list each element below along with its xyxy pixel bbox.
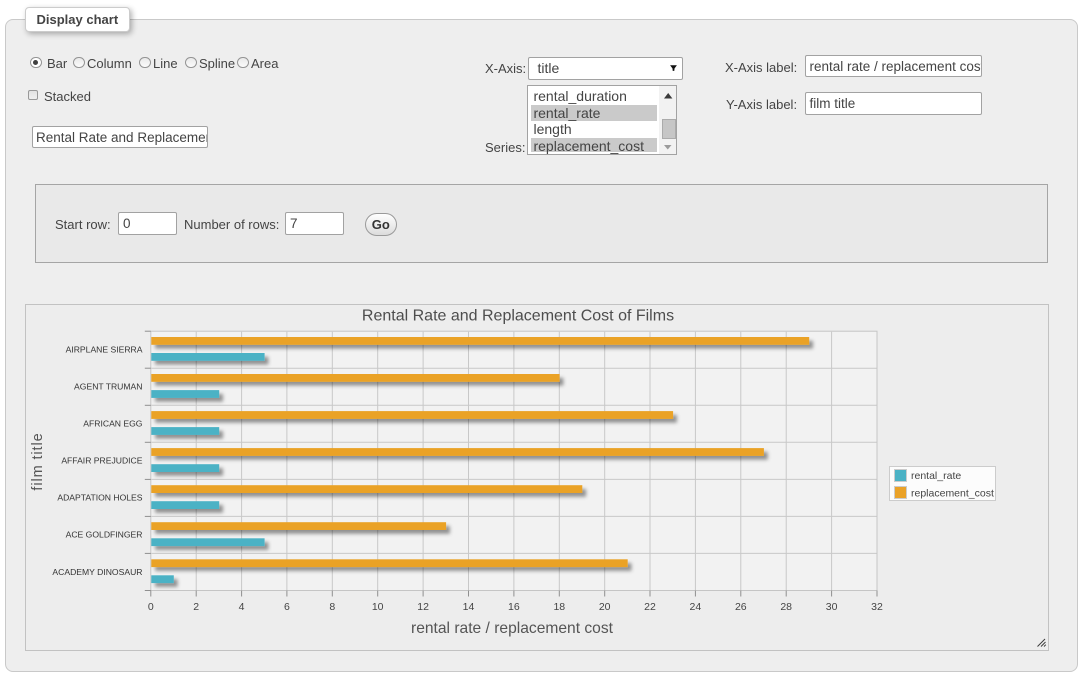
- svg-text:AGENT TRUMAN: AGENT TRUMAN: [74, 382, 142, 392]
- svg-text:rental_rate: rental_rate: [911, 470, 961, 482]
- svg-text:20: 20: [598, 601, 610, 613]
- svg-text:32: 32: [871, 601, 883, 613]
- svg-text:8: 8: [329, 601, 335, 613]
- svg-text:10: 10: [371, 601, 383, 613]
- svg-text:22: 22: [644, 601, 656, 613]
- svg-text:2: 2: [193, 601, 199, 613]
- svg-text:14: 14: [462, 601, 474, 613]
- svg-text:28: 28: [780, 601, 792, 613]
- svg-text:ADAPTATION HOLES: ADAPTATION HOLES: [57, 493, 142, 503]
- svg-text:ACE GOLDFINGER: ACE GOLDFINGER: [65, 530, 142, 540]
- svg-text:ACADEMY DINOSAUR: ACADEMY DINOSAUR: [52, 567, 142, 577]
- svg-text:rental rate / replacement cost: rental rate / replacement cost: [411, 620, 614, 637]
- svg-text:4: 4: [238, 601, 244, 613]
- svg-text:18: 18: [553, 601, 565, 613]
- svg-text:6: 6: [283, 601, 289, 613]
- svg-text:AIRPLANE SIERRA: AIRPLANE SIERRA: [65, 345, 142, 355]
- svg-text:12: 12: [417, 601, 429, 613]
- svg-text:replacement_cost: replacement_cost: [911, 488, 994, 500]
- svg-text:0: 0: [147, 601, 153, 613]
- svg-text:AFFAIR PREJUDICE: AFFAIR PREJUDICE: [61, 456, 142, 466]
- svg-text:Rental Rate and Replacement Co: Rental Rate and Replacement Cost of Film…: [361, 308, 673, 325]
- svg-text:film title: film title: [30, 432, 46, 490]
- svg-text:26: 26: [734, 601, 746, 613]
- svg-text:24: 24: [689, 601, 701, 613]
- svg-text:30: 30: [825, 601, 837, 613]
- svg-text:AFRICAN EGG: AFRICAN EGG: [83, 419, 143, 429]
- svg-text:16: 16: [508, 601, 520, 613]
